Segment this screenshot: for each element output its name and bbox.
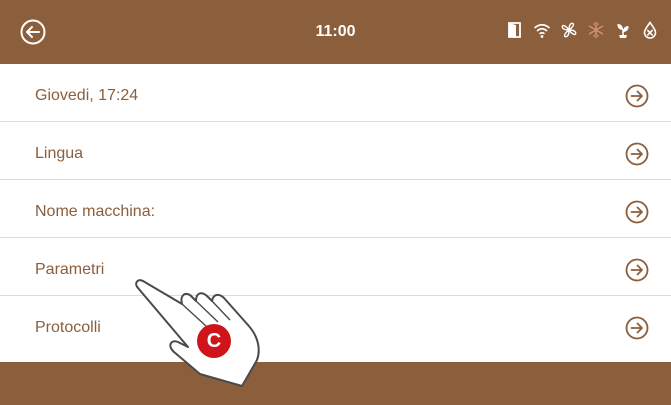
annotation-badge: C (197, 324, 231, 358)
menu-item-label: Giovedi, 17:24 (35, 87, 139, 104)
menu-item-label: Parametri (35, 261, 105, 278)
arrow-right-circle-icon[interactable] (625, 142, 649, 166)
menu-item-date-time[interactable]: Giovedi, 17:24 (0, 64, 671, 122)
arrow-right-circle-icon[interactable] (625, 258, 649, 282)
menu-item-label: Lingua (35, 145, 84, 162)
status-bar: 11:00 (0, 0, 671, 64)
wifi-icon (533, 21, 551, 39)
arrow-right-circle-icon[interactable] (625, 200, 649, 224)
menu-item-label: Protocolli (35, 319, 101, 336)
water-drop-icon (641, 21, 659, 39)
settings-menu: Giovedi, 17:24 Lingua Nome macchina: Par… (0, 64, 671, 354)
door-icon (506, 21, 524, 39)
arrow-right-circle-icon[interactable] (625, 316, 649, 340)
status-icons (506, 21, 659, 39)
fan-icon (560, 21, 578, 39)
menu-item-parameters[interactable]: Parametri (0, 238, 671, 296)
menu-item-machine-name[interactable]: Nome macchina: (0, 180, 671, 238)
plant-icon (614, 21, 632, 39)
arrow-right-circle-icon[interactable] (625, 84, 649, 108)
menu-item-language[interactable]: Lingua (0, 122, 671, 180)
snowflake-icon (587, 21, 605, 39)
bottom-bar (0, 362, 671, 405)
menu-item-protocols[interactable]: Protocolli (0, 296, 671, 354)
menu-item-label: Nome macchina: (35, 203, 156, 220)
